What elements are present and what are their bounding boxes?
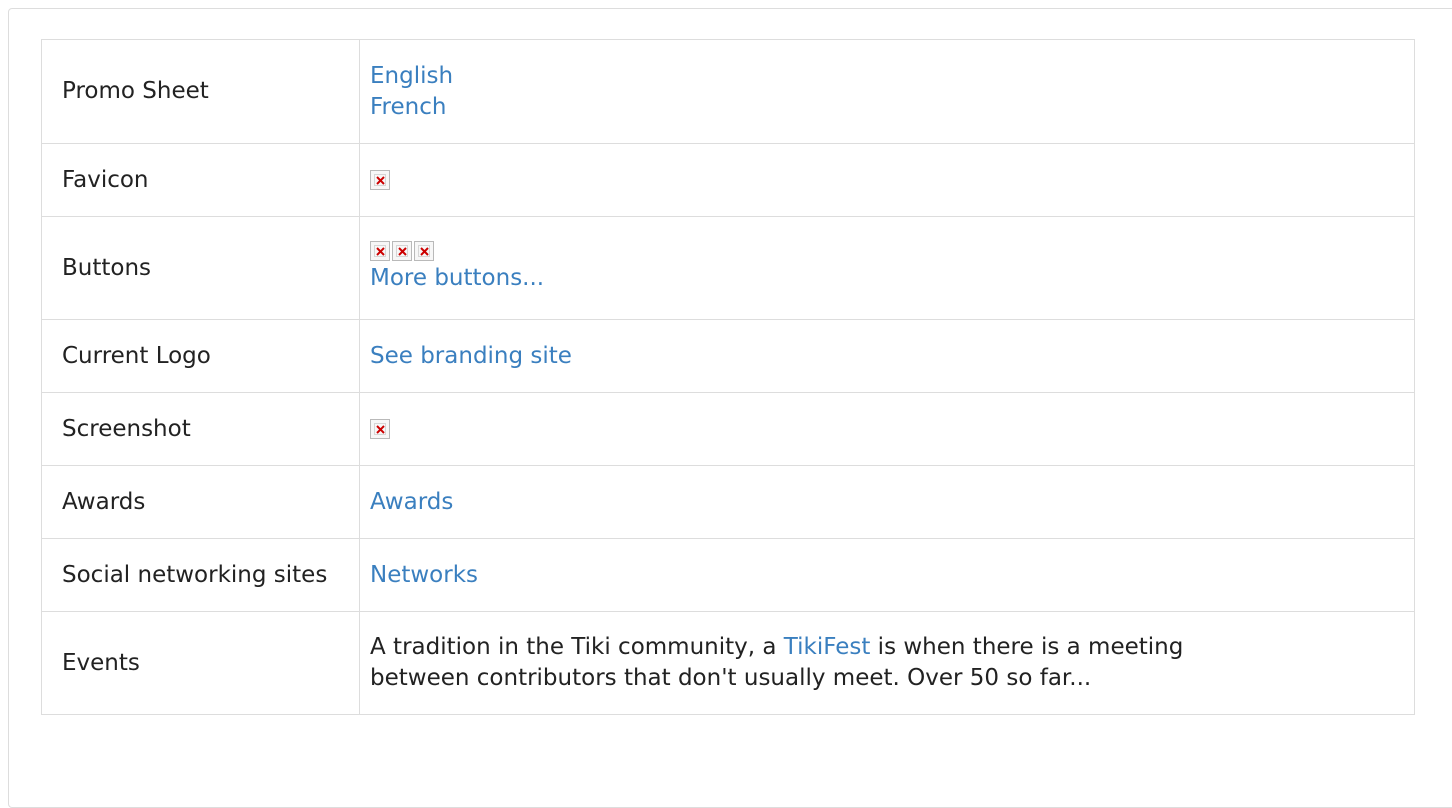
table-row-current-logo: Current Logo See branding site bbox=[41, 319, 1415, 393]
row-value: See branding site bbox=[359, 319, 1415, 393]
row-label: Social networking sites bbox=[41, 538, 360, 612]
broken-image-icon bbox=[414, 241, 434, 261]
button-images bbox=[370, 239, 1404, 263]
table-row-favicon: Favicon bbox=[41, 143, 1415, 217]
events-text-start: A tradition in the Tiki community, a bbox=[370, 634, 784, 660]
row-label: Awards bbox=[41, 465, 360, 539]
french-link[interactable]: French bbox=[370, 94, 446, 120]
row-value: Awards bbox=[359, 465, 1415, 539]
branding-site-link[interactable]: See branding site bbox=[370, 343, 572, 369]
row-label: Favicon bbox=[41, 143, 360, 217]
broken-image-icon bbox=[392, 241, 412, 261]
awards-link[interactable]: Awards bbox=[370, 489, 453, 515]
row-label: Current Logo bbox=[41, 319, 360, 393]
broken-image-icon bbox=[370, 170, 390, 190]
row-value bbox=[359, 392, 1415, 466]
table-row-screenshot: Screenshot bbox=[41, 392, 1415, 466]
more-buttons-link[interactable]: More buttons... bbox=[370, 265, 544, 291]
row-value: A tradition in the Tiki community, a Tik… bbox=[359, 611, 1415, 715]
english-link[interactable]: English bbox=[370, 63, 453, 89]
row-value: English French bbox=[359, 39, 1415, 144]
broken-image-icon bbox=[370, 419, 390, 439]
row-label: Buttons bbox=[41, 216, 360, 320]
table-row-events: Events A tradition in the Tiki community… bbox=[41, 611, 1415, 715]
table-row-buttons: Buttons More buttons... bbox=[41, 216, 1415, 320]
events-text-end: is when there is a meeting bbox=[870, 634, 1184, 660]
table-row-promo-sheet: Promo Sheet English French bbox=[41, 39, 1415, 144]
broken-image-icon bbox=[370, 241, 390, 261]
row-value: More buttons... bbox=[359, 216, 1415, 320]
events-text-line2: between contributors that don't usually … bbox=[370, 665, 1092, 691]
networks-link[interactable]: Networks bbox=[370, 562, 478, 588]
row-label: Promo Sheet bbox=[41, 39, 360, 144]
info-table: Promo Sheet English French Favicon Butto… bbox=[41, 39, 1415, 715]
row-value: Networks bbox=[359, 538, 1415, 612]
row-label: Screenshot bbox=[41, 392, 360, 466]
tikifest-link[interactable]: TikiFest bbox=[784, 634, 871, 660]
table-row-awards: Awards Awards bbox=[41, 465, 1415, 539]
row-value bbox=[359, 143, 1415, 217]
row-label: Events bbox=[41, 611, 360, 715]
table-row-social-networking: Social networking sites Networks bbox=[41, 538, 1415, 612]
